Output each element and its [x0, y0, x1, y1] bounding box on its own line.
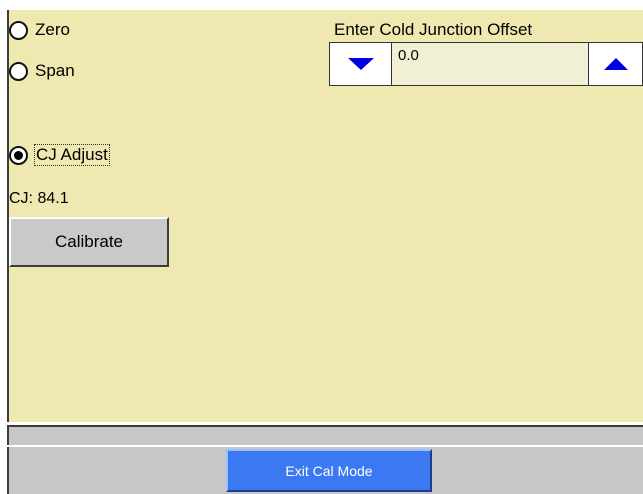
- offset-value-field[interactable]: 0.0: [392, 43, 588, 85]
- bottom-toolbar: Exit Cal Mode: [7, 447, 643, 494]
- zero-radio[interactable]: Zero: [9, 20, 70, 40]
- span-radio[interactable]: Span: [9, 61, 75, 81]
- triangle-up-icon: [603, 58, 628, 70]
- offset-title: Enter Cold Junction Offset: [334, 20, 533, 39]
- decrement-button[interactable]: [330, 43, 392, 85]
- calibrate-button[interactable]: Calibrate: [9, 217, 169, 267]
- increment-button[interactable]: [588, 43, 642, 85]
- exit-cal-mode-button[interactable]: Exit Cal Mode: [226, 449, 432, 492]
- calibration-panel: Zero Span CJ Adjust CJ: 84.1 Calibrate E…: [7, 10, 643, 422]
- cold-junction-offset-stepper: 0.0: [329, 42, 643, 86]
- cj-reading: CJ: 84.1: [9, 190, 69, 207]
- span-radio-label: Span: [35, 61, 75, 80]
- cj-adjust-radio-label: CJ Adjust: [34, 144, 110, 166]
- zero-radio-circle[interactable]: [9, 20, 28, 40]
- span-radio-circle[interactable]: [9, 61, 28, 81]
- cj-adjust-radio-circle[interactable]: [9, 145, 28, 165]
- triangle-down-icon: [347, 58, 374, 70]
- calibration-screen: Zero Span CJ Adjust CJ: 84.1 Calibrate E…: [0, 0, 643, 494]
- cj-adjust-radio[interactable]: CJ Adjust: [9, 144, 110, 166]
- zero-radio-label: Zero: [35, 20, 70, 39]
- status-bar: [7, 425, 643, 445]
